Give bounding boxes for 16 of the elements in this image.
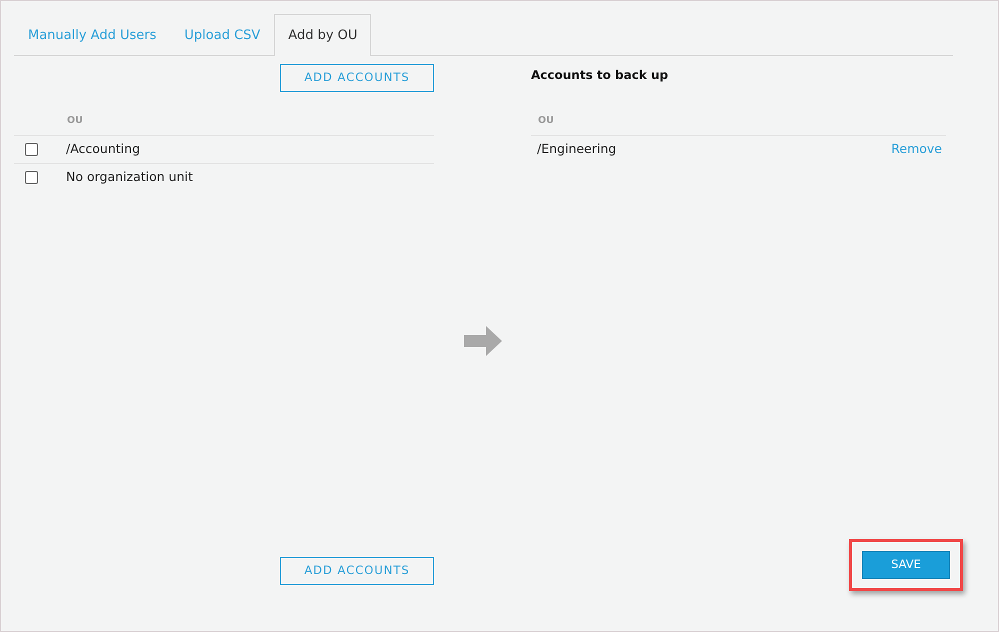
checkbox[interactable] — [25, 142, 38, 156]
right-arrow-icon — [464, 326, 502, 356]
add-accounts-button[interactable]: ADD ACCOUNTS — [280, 557, 434, 585]
tab[interactable]: Manually Add Users — [14, 14, 170, 56]
add-accounts-button[interactable]: ADD ACCOUNTS — [280, 64, 434, 92]
column-header: OU — [538, 114, 554, 126]
section-title: Accounts to back up — [531, 68, 668, 82]
save-button[interactable]: SAVE — [862, 551, 950, 579]
ou-name: No organization unit — [66, 168, 193, 186]
tab[interactable]: Add by OU — [274, 14, 372, 56]
checkbox[interactable] — [25, 170, 38, 184]
remove-link[interactable]: Remove — [891, 140, 942, 158]
column-header: OU — [67, 115, 83, 126]
ou-name: /Accounting — [66, 140, 140, 158]
ou-name: /Engineering — [537, 140, 616, 158]
tab[interactable]: Upload CSV — [170, 14, 274, 56]
